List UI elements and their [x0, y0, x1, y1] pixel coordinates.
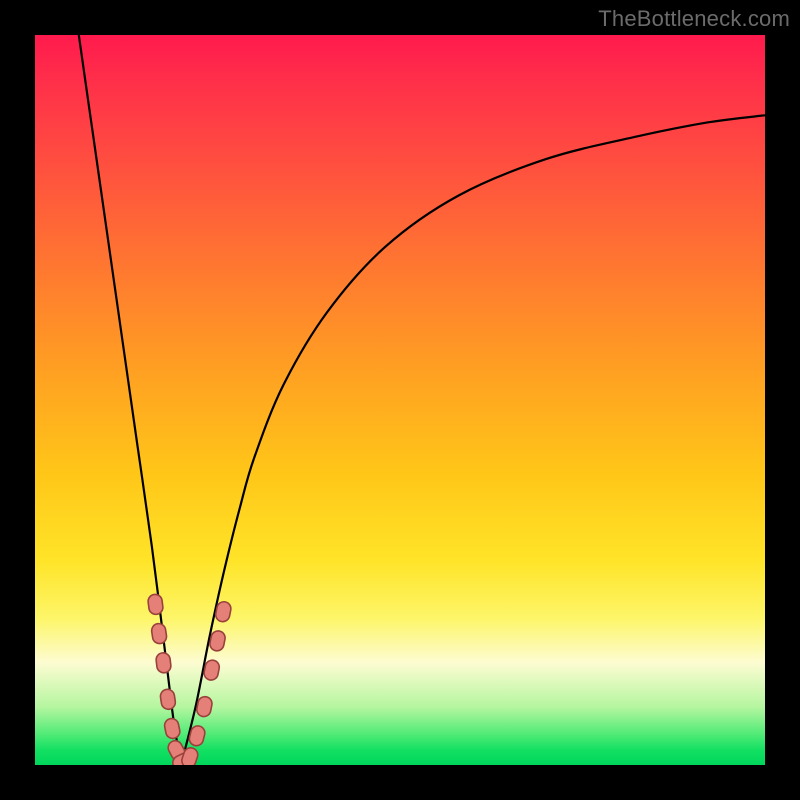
data-marker — [155, 652, 171, 674]
watermark-text: TheBottleneck.com — [598, 6, 790, 32]
chart-frame: TheBottleneck.com — [0, 0, 800, 800]
curve-right-branch — [181, 115, 765, 765]
data-marker — [151, 623, 168, 645]
data-marker — [163, 717, 181, 739]
curves-layer — [35, 35, 765, 765]
data-marker — [159, 688, 176, 710]
data-marker — [147, 594, 163, 616]
plot-area — [35, 35, 765, 765]
